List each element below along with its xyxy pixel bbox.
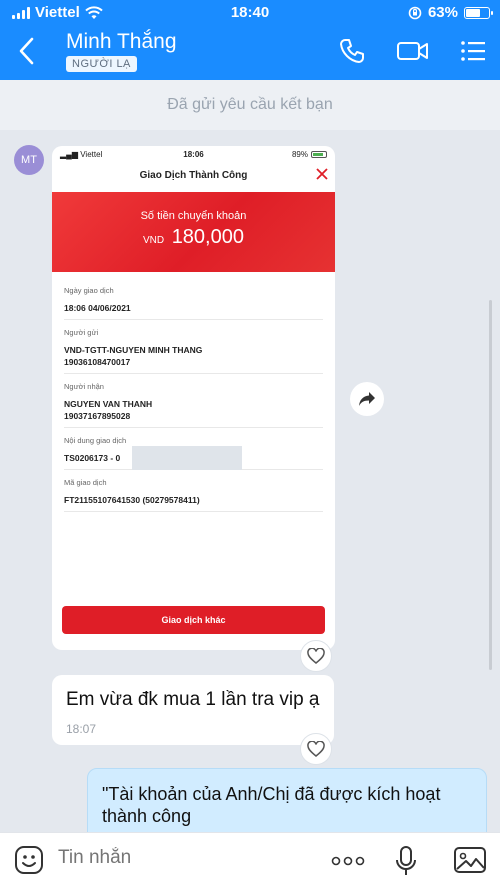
phone-call-icon[interactable]	[337, 36, 367, 66]
more-options-icon[interactable]	[330, 851, 366, 871]
message-time: 18:07	[66, 722, 97, 736]
stranger-badge: NGƯỜI LẠ	[66, 56, 137, 72]
chat-header: Viettel 18:40 63% Minh Thắng NGƯỜI LẠ	[0, 0, 500, 80]
orientation-lock-icon	[408, 6, 422, 19]
receipt-battery-percent: 89%	[291, 150, 308, 159]
message-bubble-received[interactable]: Em vừa đk mua 1 lần tra vip ạ 18:07	[52, 675, 334, 745]
amount: 180,000	[171, 226, 244, 248]
detail-value: 19036108470017	[64, 357, 131, 367]
message-text: Em vừa đk mua 1 lần tra vip ạ	[66, 689, 320, 710]
image-icon[interactable]	[453, 845, 487, 875]
detail-row-content: Nội dung giao dịch TS0206173 - 0	[64, 428, 323, 470]
receipt-battery-icon	[311, 151, 327, 158]
heart-icon	[307, 741, 325, 757]
react-heart-button[interactable]	[300, 733, 332, 765]
message-input[interactable]	[58, 847, 298, 869]
detail-label: Người gửi	[64, 328, 99, 337]
currency: VND	[143, 235, 165, 246]
status-bar: Viettel 18:40 63%	[0, 0, 500, 26]
detail-value: VND-TGTT-NGUYEN MINH THANG	[64, 345, 203, 355]
scrollbar[interactable]	[489, 300, 492, 670]
detail-value: NGUYEN VAN THANH	[64, 399, 153, 409]
share-arrow-icon	[359, 392, 375, 406]
detail-label: Người nhận	[64, 382, 104, 391]
message-text: "Tài khoản của Anh/Chị đã được kích hoạt…	[102, 784, 441, 826]
detail-value: TS0206173 - 0	[64, 453, 121, 463]
microphone-icon[interactable]	[392, 845, 420, 877]
detail-label: Nội dung giao dịch	[64, 436, 127, 445]
detail-value: FT21155107641530 (50279578411)	[64, 495, 200, 505]
battery-fill	[466, 8, 480, 17]
detail-value: 18:06 04/06/2021	[64, 303, 131, 313]
receipt-details: Ngày giao dịch 18:06 04/06/2021 Người gử…	[64, 278, 323, 512]
react-heart-button[interactable]	[300, 640, 332, 672]
close-icon	[316, 168, 328, 180]
battery-icon	[464, 6, 493, 19]
receipt-title: Giao Dịch Thành Công	[139, 170, 248, 181]
message-input-bar	[0, 832, 500, 889]
receipt-amount-panel: Số tiền chuyển khoản VND 180,000	[52, 192, 335, 272]
amount-label: Số tiền chuyển khoản	[140, 210, 247, 222]
detail-row-date: Ngày giao dịch 18:06 04/06/2021	[64, 278, 323, 320]
shared-image[interactable]: ▂▄▆ Viettel 18:06 89% Giao Dịch Thành Cô…	[52, 146, 335, 650]
detail-label: Ngày giao dịch	[64, 286, 114, 295]
forward-button[interactable]	[350, 382, 384, 416]
emoji-icon[interactable]	[14, 845, 44, 875]
detail-row-transaction-id: Mã giao dịch FT21155107641530 (502795784…	[64, 470, 323, 512]
other-transaction-button: Giao dịch khác	[62, 606, 325, 634]
battery-percent: 63%	[427, 4, 458, 21]
video-call-icon[interactable]	[396, 36, 430, 66]
menu-list-icon[interactable]	[458, 36, 488, 66]
receipt-status-bar: ▂▄▆ Viettel 18:06 89%	[52, 146, 335, 164]
contact-name[interactable]: Minh Thắng	[66, 30, 177, 54]
avatar[interactable]: MT	[14, 145, 44, 175]
detail-value: 19037167895028	[64, 411, 131, 421]
detail-row-sender: Người gửi VND-TGTT-NGUYEN MINH THANG 190…	[64, 320, 323, 374]
redaction-block	[132, 446, 242, 470]
back-arrow-icon[interactable]	[14, 34, 42, 68]
friend-request-banner: Đã gửi yêu cầu kết bạn	[0, 80, 500, 130]
detail-row-recipient: Người nhận NGUYEN VAN THANH 190371678950…	[64, 374, 323, 428]
detail-label: Mã giao dịch	[64, 478, 107, 487]
heart-icon	[307, 648, 325, 664]
